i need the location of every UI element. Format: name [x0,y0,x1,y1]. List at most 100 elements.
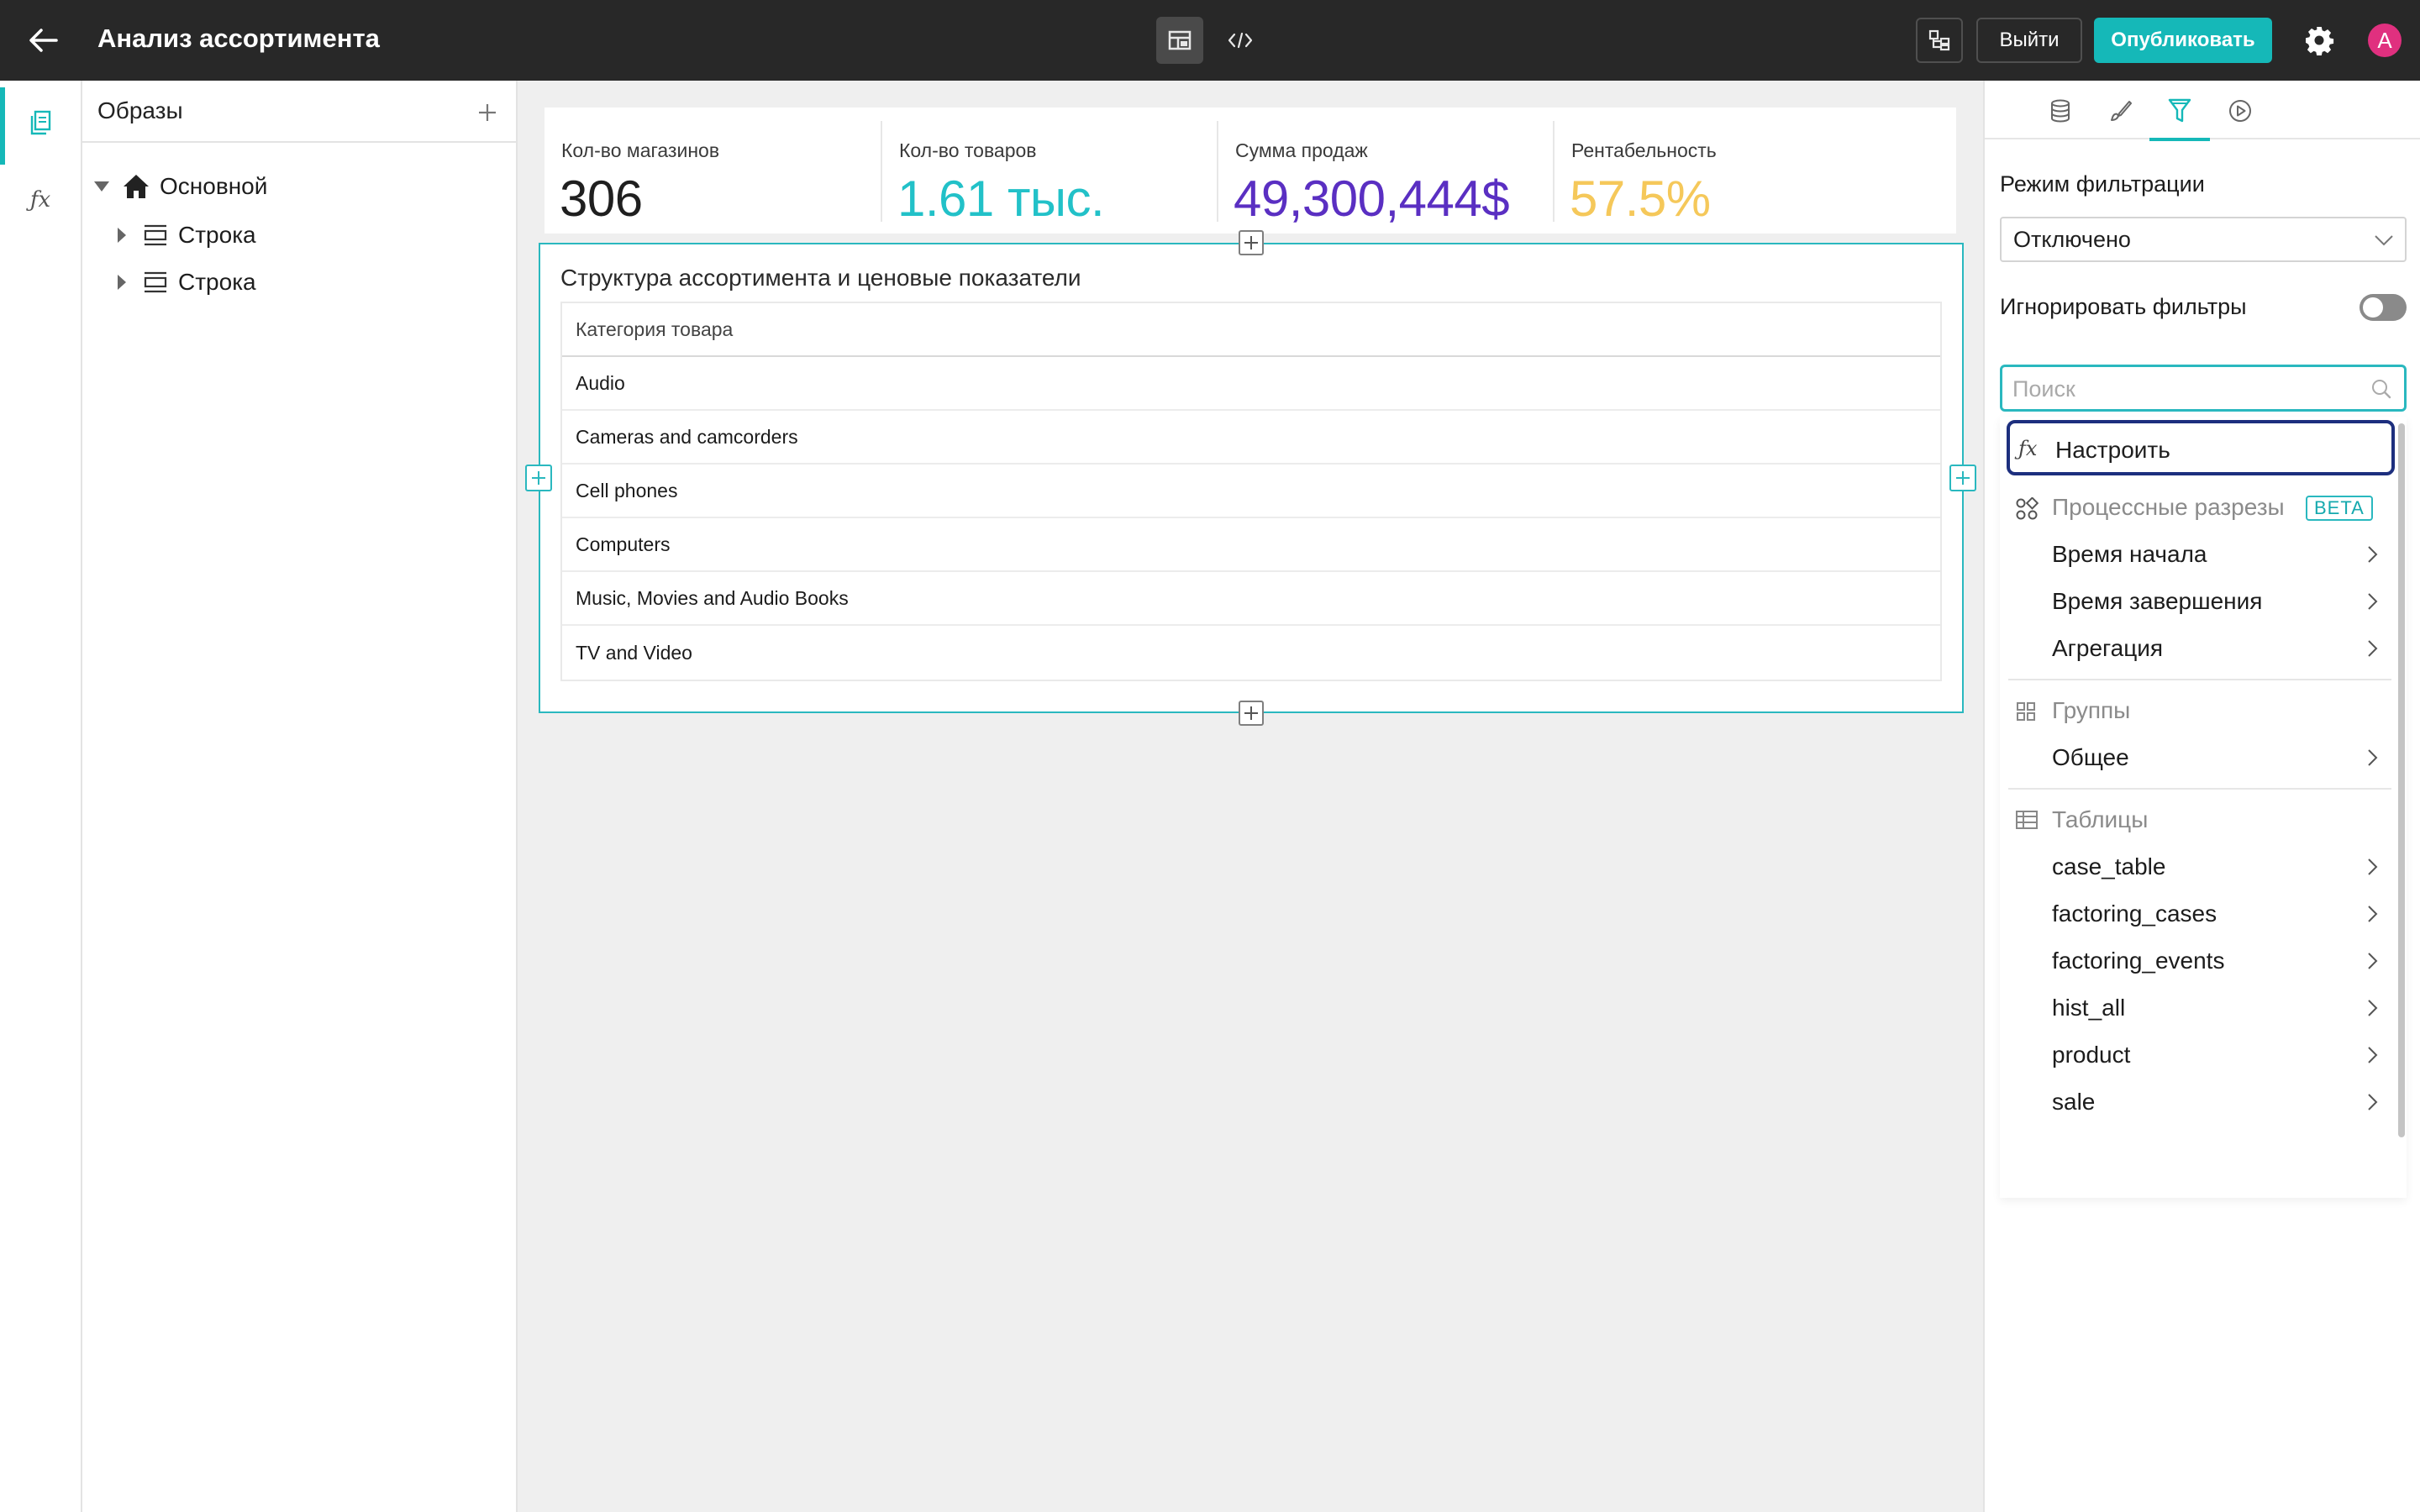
publish-button[interactable]: Опубликовать [2094,18,2272,63]
chevron-right-icon [2368,953,2378,969]
kpi-sales-sum: Сумма продаж 49,300,444$ [1217,121,1553,227]
process-nodes-icon [2016,497,2039,520]
group-tables: Таблицы [2000,796,2398,843]
tab-style[interactable] [2091,86,2151,136]
rail-formulas-button[interactable]: ƒx [0,161,81,239]
dropdown-divider [2008,679,2391,680]
add-image-plus-icon[interactable] [471,96,504,129]
field-search[interactable] [2000,365,2407,412]
list-item[interactable]: factoring_events [2000,937,2398,984]
table-icon [2016,811,2038,829]
assortment-table-widget[interactable]: Структура ассортимента и ценовые показат… [539,243,1964,713]
kpi-products: Кол-во товаров 1.61 тыс. [881,121,1217,227]
item-label: sale [2052,1089,2096,1115]
item-label: case_table [2052,853,2166,879]
item-label: product [2052,1042,2131,1068]
chevron-right-icon [2368,858,2378,875]
chevron-right-icon [2368,593,2378,610]
code-view-button[interactable] [1217,17,1264,64]
kpi-widget[interactable]: Кол-во магазинов 306 Кол-во товаров 1.61… [544,108,1956,234]
tree-title: Образы [97,97,183,123]
item-label: factoring_events [2052,948,2225,974]
caret-down-icon[interactable] [92,177,111,196]
caret-right-icon[interactable] [113,226,131,244]
insert-above-plus-icon[interactable] [1239,230,1264,255]
dropdown-divider [2008,788,2391,790]
chevron-right-icon [2368,1047,2378,1063]
item-label: Общее [2052,744,2129,770]
kpi-value: 306 [560,171,643,227]
kpi-label: Кол-во магазинов [561,139,720,161]
item-label: Время завершения [2052,588,2263,614]
chevron-right-icon [2368,1094,2378,1110]
table-header-category[interactable]: Категория товара [562,303,1940,357]
table-row[interactable]: Audio [562,357,1940,411]
item-label: factoring_cases [2052,900,2217,927]
tab-filter[interactable] [2149,86,2210,141]
chevron-right-icon [2368,1000,2378,1016]
left-rail: ƒx [0,81,82,1512]
tab-actions[interactable] [2210,86,2270,136]
configure-item[interactable]: ƒx Настроить [2007,420,2395,475]
tab-data[interactable] [2030,86,2091,136]
filter-mode-value: Отключено [2013,226,2131,252]
page-title: Анализ ассортимента [97,24,380,53]
fx-icon: ƒx [29,187,51,213]
kpi-label: Кол-во товаров [899,139,1037,161]
configure-label: Настроить [2055,437,2170,463]
insert-right-plus-icon[interactable] [1949,465,1976,491]
list-item[interactable]: Время завершения [2000,578,2398,625]
home-icon [123,174,150,199]
group-label: Группы [2052,697,2131,723]
caret-right-icon[interactable] [113,273,131,291]
grid-icon [2017,702,2035,721]
insert-left-plus-icon[interactable] [525,465,552,491]
tree-item-row-1[interactable]: Строка [113,213,256,257]
item-label: Время начала [2052,541,2207,567]
exit-button[interactable]: Выйти [1976,18,2082,63]
tree-header: Образы [82,81,516,143]
group-label: Процессные разрезы [2052,494,2285,520]
search-input[interactable] [2012,374,2349,404]
pages-icon [30,110,51,135]
ignore-filters-toggle[interactable] [2360,294,2407,321]
settings-gear-icon[interactable] [2299,20,2339,60]
structure-button[interactable] [1916,18,1963,63]
kpi-label: Рентабельность [1571,139,1717,161]
list-item[interactable]: hist_all [2000,984,2398,1032]
table-row[interactable]: TV and Video [562,626,1940,680]
row-layout-icon [143,271,168,293]
table-row[interactable]: Music, Movies and Audio Books [562,572,1940,626]
kpi-stores: Кол-во магазинов 306 [544,121,881,227]
table-row[interactable]: Cameras and camcorders [562,411,1940,465]
back-arrow-icon[interactable] [22,18,66,62]
list-item[interactable]: case_table [2000,843,2398,890]
user-avatar[interactable]: A [2368,24,2402,57]
insert-below-plus-icon[interactable] [1239,701,1264,726]
properties-tabs [1985,81,2420,141]
list-item[interactable]: Агрегация [2000,625,2398,672]
tree-item-row-2[interactable]: Строка [113,260,256,304]
list-item[interactable]: Время начала [2000,531,2398,578]
kpi-value: 49,300,444$ [1234,171,1510,227]
list-item[interactable]: sale [2000,1079,2398,1126]
tree-item-main[interactable]: Основной [92,165,267,208]
list-item[interactable]: Общее [2000,734,2398,781]
kpi-profitability: Рентабельность 57.5% [1553,121,1956,227]
search-icon [2372,380,2391,399]
fx-icon: ƒx [2018,437,2038,460]
dropdown-scrollbar[interactable] [2398,423,2405,1137]
filter-icon [2168,98,2191,123]
filter-mode-select[interactable]: Отключено [2000,217,2407,262]
tree-item-label: Строка [178,269,256,295]
tree-item-label: Строка [178,222,256,248]
rail-pages-button[interactable] [0,84,81,165]
list-item[interactable]: product [2000,1032,2398,1079]
table-row[interactable]: Computers [562,518,1940,572]
chevron-down-icon [2375,235,2393,246]
list-item[interactable]: factoring_cases [2000,890,2398,937]
table-row[interactable]: Cell phones [562,465,1940,518]
kpi-label: Сумма продаж [1235,139,1368,161]
layout-view-button[interactable] [1156,17,1203,64]
database-icon [2051,99,2070,123]
